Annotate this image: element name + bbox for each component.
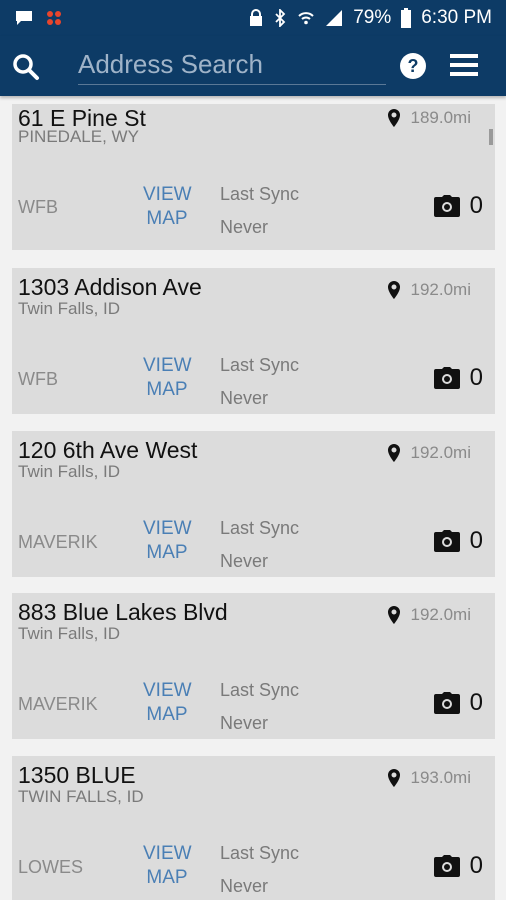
photo-count[interactable]: 0 (433, 192, 483, 220)
sync-label: Last Sync (220, 518, 300, 538)
card-distance: 192.0mi (387, 605, 471, 625)
card-city: Twin Falls, ID (18, 462, 121, 481)
location-card[interactable]: 883 Blue Lakes Blvd Twin Falls, ID 192.0… (12, 593, 495, 739)
menu-icon[interactable] (450, 52, 478, 78)
card-store: MAVERIK (18, 694, 98, 714)
app-bar: ? (0, 36, 506, 96)
location-list: 61 E Pine St PINEDALE, WY 189.0mi WFB VI… (0, 96, 506, 900)
card-store: WFB (18, 369, 58, 389)
view-map-link[interactable]: VIEW MAP (143, 183, 192, 231)
location-pin-icon (387, 769, 400, 787)
camera-icon (433, 367, 460, 389)
sync-value: Never (220, 388, 269, 408)
distance-value: 193.0mi (410, 768, 471, 787)
distance-value: 189.0mi (410, 108, 471, 127)
camera-icon (433, 530, 460, 552)
location-card[interactable]: 61 E Pine St PINEDALE, WY 189.0mi WFB VI… (12, 104, 495, 250)
bluetooth-icon (275, 9, 286, 27)
sync-label: Last Sync (220, 184, 300, 204)
view-map-line1: VIEW (143, 355, 192, 376)
photo-count[interactable]: 0 (433, 852, 483, 880)
card-sync: Last Sync Never (220, 512, 299, 578)
card-distance: 192.0mi (387, 280, 471, 300)
distance-value: 192.0mi (410, 605, 471, 624)
view-map-line1: VIEW (143, 184, 192, 205)
battery-percent: 79% (353, 7, 392, 28)
view-map-link[interactable]: VIEW MAP (143, 354, 192, 402)
sync-value: Never (220, 217, 269, 237)
notification-app-icon (47, 11, 61, 25)
camera-icon (433, 855, 460, 877)
location-pin-icon (387, 281, 400, 299)
card-city: Twin Falls, ID (18, 299, 121, 318)
location-card[interactable]: 1350 BLUE TWIN FALLS, ID 193.0mi LOWES V… (12, 756, 495, 900)
photo-count-value: 0 (469, 527, 483, 554)
search-icon[interactable] (12, 53, 40, 81)
photo-count[interactable]: 0 (433, 364, 483, 392)
view-map-line2: MAP (146, 542, 188, 563)
view-map-line1: VIEW (143, 843, 192, 864)
address-search-input[interactable] (78, 44, 386, 85)
status-left (14, 8, 64, 28)
location-pin-icon (387, 606, 400, 624)
sync-label: Last Sync (220, 355, 300, 375)
status-time: 6:30 PM (421, 7, 492, 28)
card-sync: Last Sync Never (220, 178, 299, 244)
card-address: 120 6th Ave West (18, 437, 198, 463)
sync-value: Never (220, 551, 269, 571)
location-pin-icon (387, 444, 400, 462)
card-city: Twin Falls, ID (18, 624, 121, 643)
photo-count[interactable]: 0 (433, 527, 483, 555)
sync-label: Last Sync (220, 843, 300, 863)
card-distance: 189.0mi (387, 108, 471, 128)
photo-count[interactable]: 0 (433, 689, 483, 717)
sync-value: Never (220, 876, 269, 896)
view-map-line1: VIEW (143, 680, 192, 701)
card-address: 1350 BLUE (18, 762, 136, 788)
help-icon[interactable]: ? (399, 52, 427, 80)
view-map-link[interactable]: VIEW MAP (143, 517, 192, 565)
card-sync: Last Sync Never (220, 837, 299, 900)
card-distance: 193.0mi (387, 768, 471, 788)
wifi-icon (298, 12, 314, 25)
card-address: 883 Blue Lakes Blvd (18, 599, 228, 625)
card-city: PINEDALE, WY (18, 127, 139, 146)
status-right: 79% 6:30 PM (249, 7, 492, 29)
location-pin-icon (387, 109, 400, 127)
card-sync: Last Sync Never (220, 349, 299, 415)
camera-icon (433, 195, 460, 217)
photo-count-value: 0 (469, 192, 483, 219)
distance-value: 192.0mi (410, 443, 471, 462)
svg-text:?: ? (408, 56, 419, 76)
view-map-line2: MAP (146, 379, 188, 400)
scrollbar[interactable] (489, 129, 493, 145)
lock-icon (250, 9, 263, 26)
location-card[interactable]: 1303 Addison Ave Twin Falls, ID 192.0mi … (12, 268, 495, 414)
card-address: 1303 Addison Ave (18, 274, 202, 300)
view-map-line1: VIEW (143, 518, 192, 539)
card-city: TWIN FALLS, ID (18, 787, 144, 806)
card-store: WFB (18, 197, 58, 217)
message-icon (16, 11, 32, 25)
view-map-link[interactable]: VIEW MAP (143, 842, 192, 890)
card-store: MAVERIK (18, 532, 98, 552)
signal-icon (326, 10, 343, 26)
sync-value: Never (220, 713, 269, 733)
view-map-link[interactable]: VIEW MAP (143, 679, 192, 727)
view-map-line2: MAP (146, 208, 188, 229)
card-distance: 192.0mi (387, 443, 471, 463)
status-bar: 79% 6:30 PM (0, 0, 506, 36)
sync-label: Last Sync (220, 680, 300, 700)
photo-count-value: 0 (469, 689, 483, 716)
photo-count-value: 0 (469, 852, 483, 879)
battery-icon (401, 8, 412, 28)
distance-value: 192.0mi (410, 280, 471, 299)
view-map-line2: MAP (146, 704, 188, 725)
view-map-line2: MAP (146, 867, 188, 888)
camera-icon (433, 692, 460, 714)
location-card[interactable]: 120 6th Ave West Twin Falls, ID 192.0mi … (12, 431, 495, 577)
photo-count-value: 0 (469, 364, 483, 391)
card-store: LOWES (18, 857, 84, 877)
card-sync: Last Sync Never (220, 674, 299, 740)
